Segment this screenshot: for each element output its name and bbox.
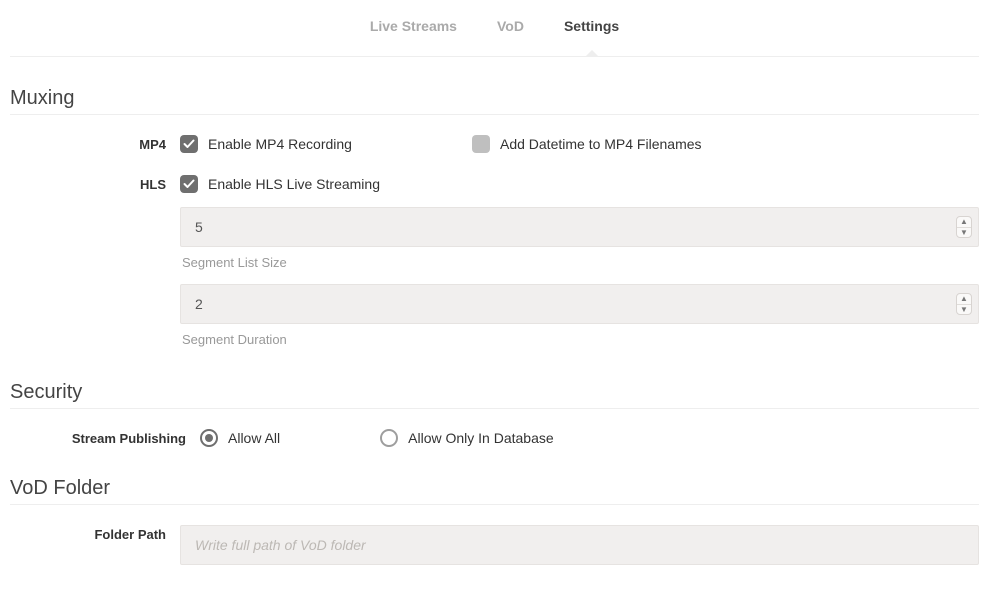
enable-mp4-recording-checkbox[interactable] xyxy=(180,135,198,153)
folder-path-label: Folder Path xyxy=(10,525,180,542)
stream-publishing-label: Stream Publishing xyxy=(10,429,200,446)
enable-hls-streaming-checkbox[interactable] xyxy=(180,175,198,193)
enable-hls-streaming-label: Enable HLS Live Streaming xyxy=(208,176,380,192)
check-icon xyxy=(183,178,195,190)
hls-label: HLS xyxy=(10,175,180,192)
spinner-down-icon[interactable]: ▼ xyxy=(957,227,971,237)
segment-list-size-value: 5 xyxy=(195,219,964,235)
divider xyxy=(10,114,979,115)
section-title-vod-folder: VoD Folder xyxy=(10,477,979,500)
segment-list-size-help: Segment List Size xyxy=(182,255,979,270)
folder-path-input[interactable] xyxy=(180,525,979,565)
add-datetime-checkbox[interactable] xyxy=(472,135,490,153)
spinner-up-icon[interactable]: ▲ xyxy=(957,217,971,227)
tab-settings[interactable]: Settings xyxy=(564,18,619,44)
divider xyxy=(10,504,979,505)
allow-only-db-radio[interactable] xyxy=(380,429,398,447)
tabs-nav: Live Streams VoD Settings xyxy=(10,0,979,57)
check-icon xyxy=(183,138,195,150)
section-title-muxing: Muxing xyxy=(10,87,979,110)
spinner-down-icon[interactable]: ▼ xyxy=(957,304,971,314)
spinner-up-icon[interactable]: ▲ xyxy=(957,294,971,304)
segment-list-size-input[interactable]: 5 ▲ ▼ xyxy=(180,207,979,247)
mp4-label: MP4 xyxy=(10,135,180,152)
allow-all-label: Allow All xyxy=(228,430,280,446)
allow-only-db-label: Allow Only In Database xyxy=(408,430,554,446)
spinner-buttons: ▲ ▼ xyxy=(956,293,972,315)
segment-duration-input[interactable]: 2 ▲ ▼ xyxy=(180,284,979,324)
section-title-security: Security xyxy=(10,381,979,404)
spinner-buttons: ▲ ▼ xyxy=(956,216,972,238)
allow-all-radio[interactable] xyxy=(200,429,218,447)
tab-live-streams[interactable]: Live Streams xyxy=(370,18,457,44)
enable-mp4-recording-label: Enable MP4 Recording xyxy=(208,136,352,152)
segment-duration-help: Segment Duration xyxy=(182,332,979,347)
tab-vod[interactable]: VoD xyxy=(497,18,524,44)
add-datetime-label: Add Datetime to MP4 Filenames xyxy=(500,136,702,152)
divider xyxy=(10,408,979,409)
segment-duration-value: 2 xyxy=(195,296,964,312)
